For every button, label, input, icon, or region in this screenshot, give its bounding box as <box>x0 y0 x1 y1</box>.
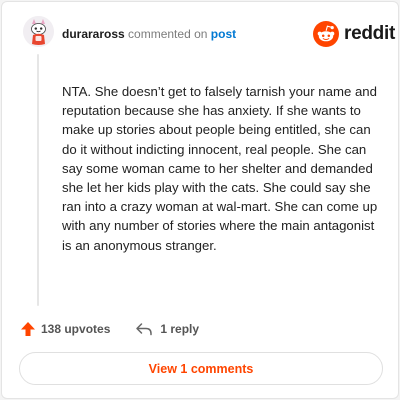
comment-card: duraraross commented on post reddit NTA.… <box>1 1 399 399</box>
thread-line <box>37 54 39 306</box>
reddit-snoo-icon <box>313 21 339 47</box>
username[interactable]: duraraross <box>62 27 125 41</box>
view-comments-button[interactable]: View 1 comments <box>19 352 383 385</box>
reply-button[interactable]: 1 reply <box>135 322 199 336</box>
comment-meta: duraraross commented on post <box>62 27 236 41</box>
action-text: commented on <box>128 27 208 41</box>
upvote-arrow-icon <box>21 322 35 336</box>
reddit-logo[interactable]: reddit <box>313 21 395 47</box>
post-link[interactable]: post <box>211 27 236 41</box>
comment-actions: 138 upvotes 1 reply <box>20 319 199 339</box>
comment-body: NTA. She doesn’t get to falsely tarnish … <box>62 84 378 253</box>
reply-arrow-icon <box>136 323 153 336</box>
snoo-avatar-icon <box>23 16 54 47</box>
user-avatar[interactable] <box>23 16 54 47</box>
reddit-wordmark: reddit <box>344 23 395 44</box>
reply-count: 1 reply <box>160 322 200 336</box>
upvote-count: 138 upvotes <box>41 322 111 336</box>
upvote-button[interactable]: 138 upvotes <box>20 321 110 337</box>
